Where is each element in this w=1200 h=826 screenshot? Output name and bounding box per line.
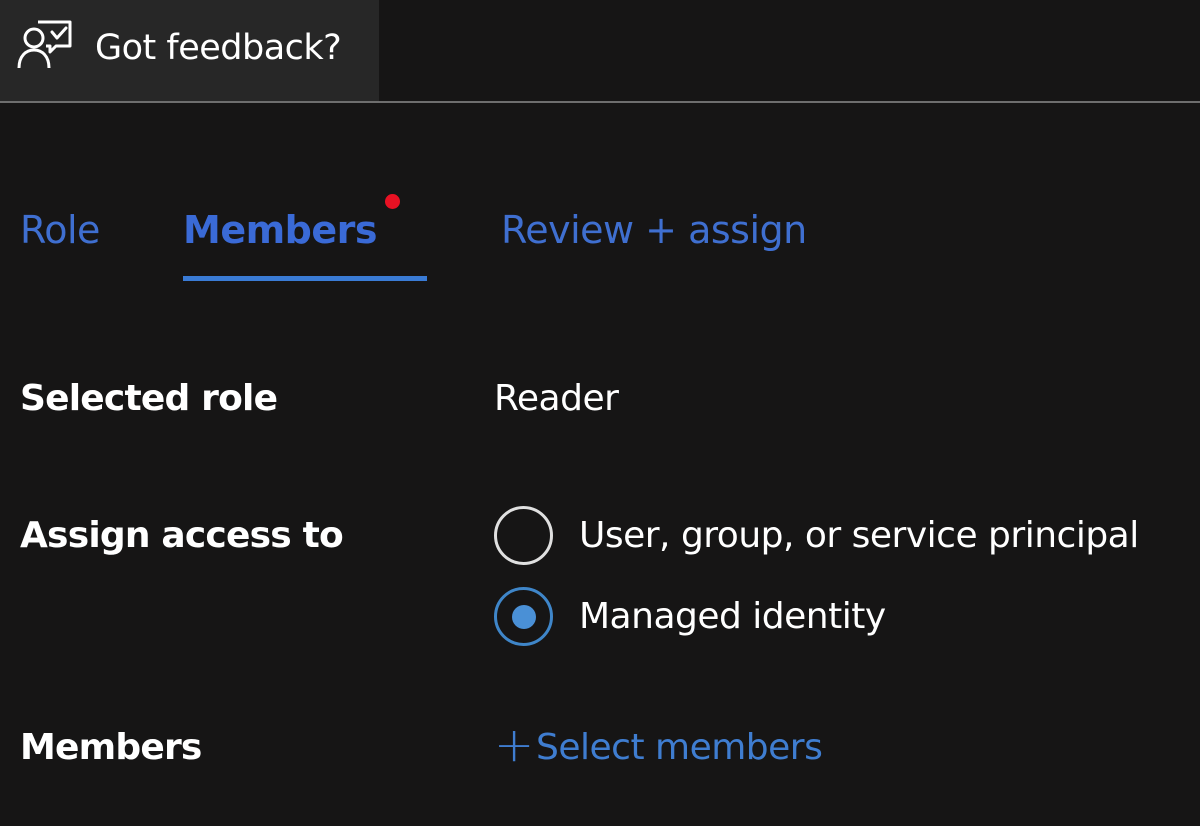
tab-role[interactable]: Role	[20, 205, 100, 255]
role-assignment-page: Got feedback? Role Members Review + assi…	[0, 0, 1200, 826]
tab-members[interactable]: Members	[183, 205, 378, 255]
active-tab-underline	[183, 276, 427, 281]
person-feedback-icon	[17, 20, 72, 69]
radio-label-user-group-sp[interactable]: User, group, or service principal	[579, 514, 1139, 558]
plus-icon: +	[494, 717, 535, 773]
tab-members-indicator	[385, 194, 400, 209]
selected-role-value: Reader	[494, 378, 619, 419]
radio-label-managed-identity[interactable]: Managed identity	[579, 595, 886, 639]
select-members-label: Select members	[536, 727, 823, 768]
radio-managed-identity[interactable]	[494, 587, 553, 646]
selected-role-label: Selected role	[20, 378, 278, 419]
tab-review-assign[interactable]: Review + assign	[501, 205, 807, 255]
feedback-label: Got feedback?	[95, 28, 342, 68]
command-bar: Got feedback?	[0, 0, 1200, 103]
radio-user-group-sp[interactable]	[494, 506, 553, 565]
assign-access-label: Assign access to	[20, 515, 344, 556]
members-label: Members	[20, 727, 202, 768]
feedback-button[interactable]: Got feedback?	[0, 0, 379, 101]
select-members-link[interactable]: + Select members	[494, 717, 823, 773]
